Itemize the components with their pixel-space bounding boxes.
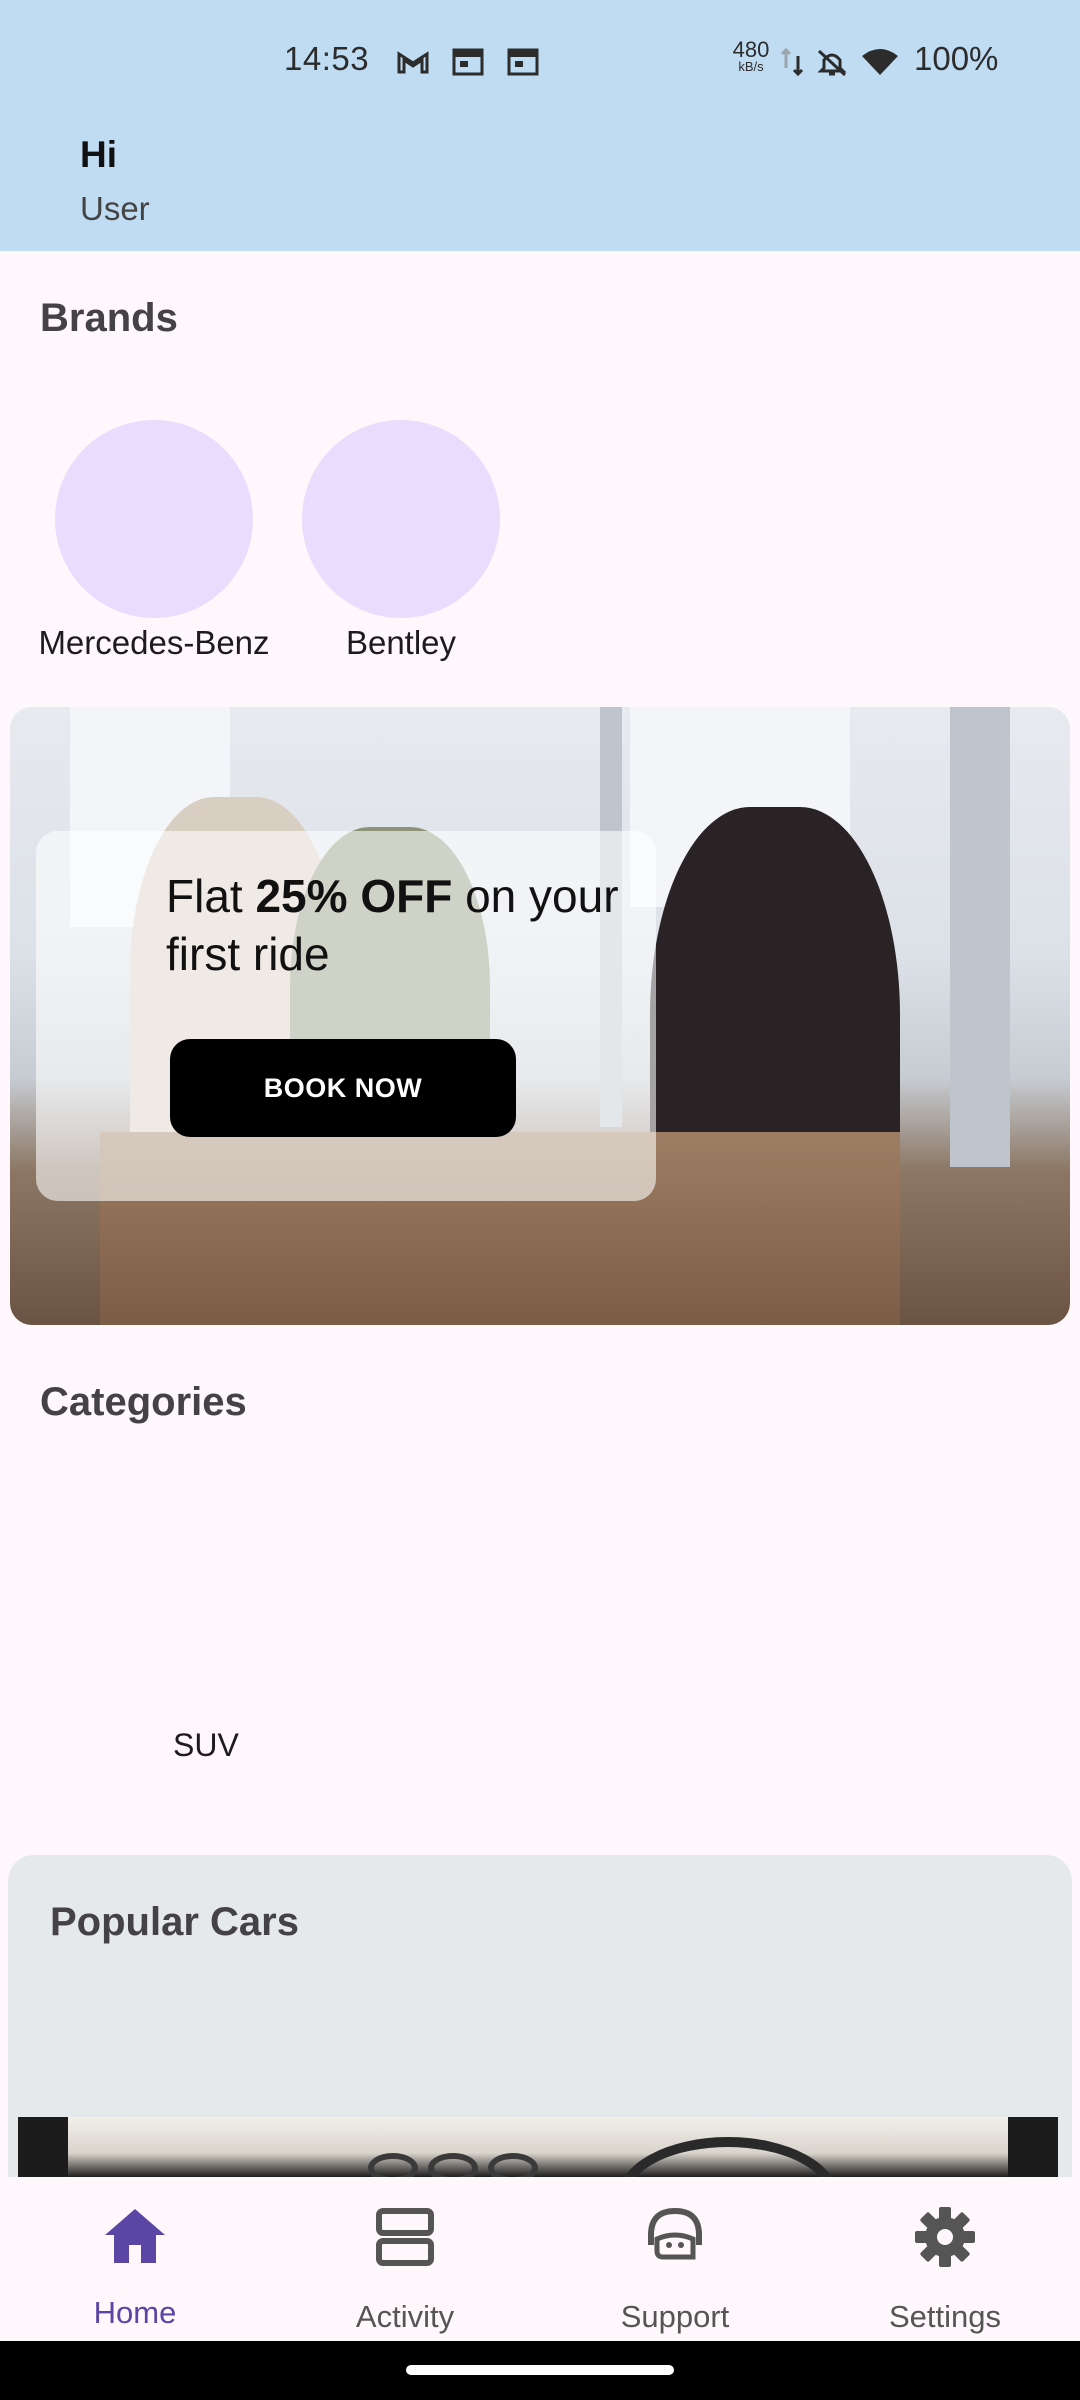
home-icon <box>105 2209 165 2263</box>
brand-label[interactable]: Bentley <box>251 624 551 662</box>
category-item-suv[interactable]: SUV <box>173 1727 239 1764</box>
car-vent <box>488 2153 538 2177</box>
nav-item-home[interactable]: Home <box>0 2177 270 2341</box>
calendar-icon <box>452 48 484 76</box>
bell-off-icon <box>817 49 847 76</box>
steering-wheel <box>618 2137 838 2177</box>
car-image-edge <box>1008 2117 1058 2177</box>
support-icon <box>648 2207 702 2260</box>
status-time: 14:53 <box>284 40 370 77</box>
car-image[interactable] <box>18 2117 1058 2177</box>
car-image-edge <box>18 2117 68 2177</box>
data-arrows-icon <box>780 48 804 76</box>
settings-icon <box>915 2207 975 2267</box>
nav-item-settings[interactable]: Settings <box>810 2177 1080 2341</box>
promo-text: Flat 25% OFF on your first ride <box>166 870 619 980</box>
brands-title: Brands <box>40 296 178 340</box>
status-bar: 14:53 480 kB/s 100% <box>0 0 1080 122</box>
user-name: User <box>80 190 150 227</box>
wifi-icon <box>862 49 898 75</box>
categories-title: Categories <box>40 1380 247 1424</box>
popular-cars-title: Popular Cars <box>50 1900 299 1944</box>
nav-label-home: Home <box>93 2295 177 2330</box>
nav-label-support: Support <box>620 2299 730 2334</box>
nav-item-activity[interactable]: Activity <box>270 2177 540 2341</box>
gmail-icon <box>397 51 429 74</box>
activity-icon <box>376 2208 434 2266</box>
car-vent <box>368 2153 418 2177</box>
promo-banner[interactable]: Flat 25% OFF on your first ride BOOK NOW <box>10 707 1070 1325</box>
nav-label-settings: Settings <box>888 2299 1001 2334</box>
gesture-handle[interactable] <box>406 2365 674 2375</box>
brand-logo-mercedes[interactable] <box>55 420 253 618</box>
battery-level: 100% <box>914 40 999 77</box>
bottom-navigation: Home Activity Support Settings <box>0 2177 1080 2341</box>
book-now-button[interactable]: BOOK NOW <box>170 1039 516 1137</box>
banner-pillar <box>950 707 1010 1167</box>
nav-item-support[interactable]: Support <box>540 2177 810 2341</box>
calendar-icon <box>507 48 539 76</box>
car-vent <box>428 2153 478 2177</box>
network-speed: 480 kB/s <box>732 37 770 74</box>
nav-label-activity: Activity <box>355 2299 455 2334</box>
greeting: Hi <box>80 134 117 175</box>
gesture-bar-area <box>0 2341 1080 2400</box>
brand-logo-bentley[interactable] <box>302 420 500 618</box>
app-header: 14:53 480 kB/s 100% Hi User <box>0 0 1080 251</box>
